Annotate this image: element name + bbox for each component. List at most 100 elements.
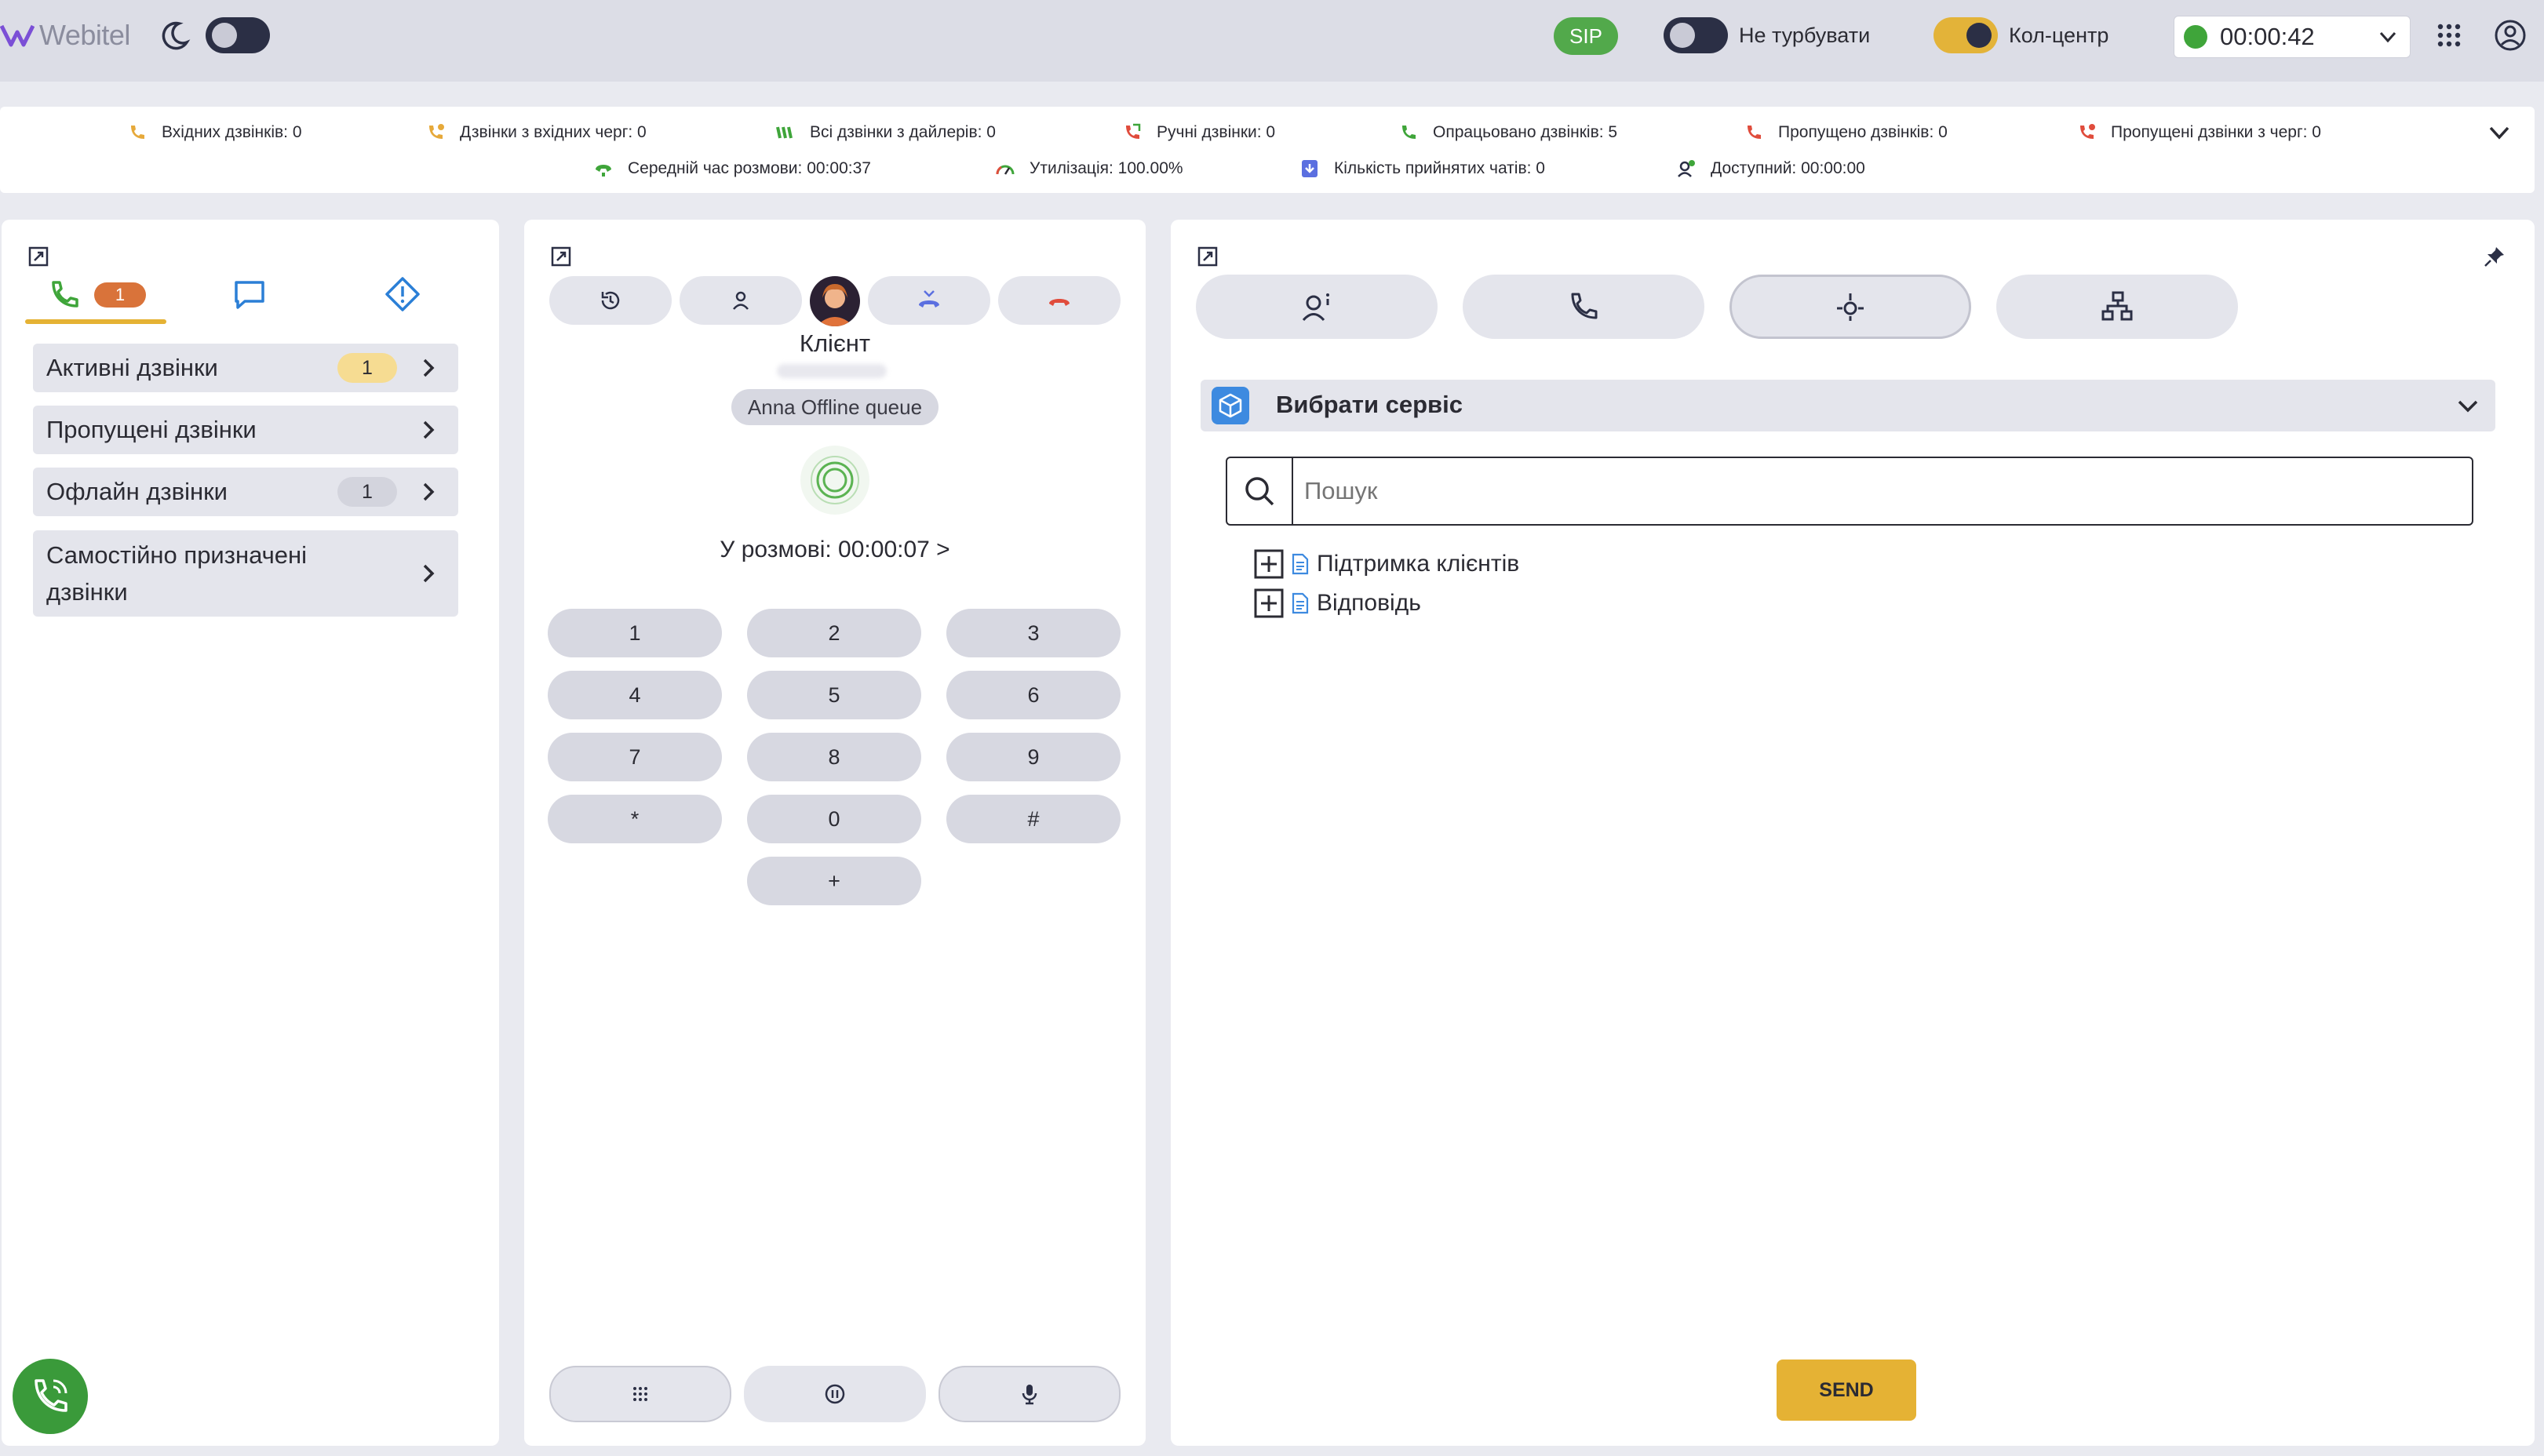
agent-status-select[interactable]: 00:00:42 <box>2174 16 2411 58</box>
dialpad-key-4[interactable]: 4 <box>548 671 722 719</box>
manual-call-icon <box>1126 123 1141 139</box>
dialpad-key-9[interactable]: 9 <box>946 733 1121 781</box>
service-select[interactable]: Вибрати сервіс <box>1201 380 2495 431</box>
tab-processing[interactable] <box>1729 275 1971 339</box>
send-button[interactable]: SEND <box>1777 1360 1916 1421</box>
chevron-down-icon <box>2379 31 2396 43</box>
cube-icon <box>1219 393 1242 418</box>
chevron-right-icon <box>423 420 435 439</box>
tab-calls[interactable]: 1 <box>25 270 166 325</box>
active-calls-badge: 1 <box>337 353 397 383</box>
queue-call-icon <box>429 124 444 139</box>
gauge-icon <box>996 165 1015 175</box>
dialpad-key-5[interactable]: 5 <box>747 671 921 719</box>
expand-plus-icon[interactable] <box>1254 549 1284 579</box>
dialpad-key-3[interactable]: 3 <box>946 609 1121 657</box>
history-icon <box>601 291 620 310</box>
list-item-offline-calls[interactable]: Офлайн дзвінки 1 <box>33 468 458 516</box>
flow-diagram-icon <box>2101 291 2133 321</box>
phone-icon <box>52 281 78 308</box>
theme-toggle[interactable] <box>206 17 270 53</box>
tree-item-answer[interactable]: Відповідь <box>1254 588 1421 618</box>
service-select-label: Вибрати сервіс <box>1276 391 1463 418</box>
tab-flow[interactable] <box>1996 275 2238 339</box>
dialer-icon <box>776 126 793 139</box>
dialpad-key-2[interactable]: 2 <box>747 609 921 657</box>
hangup-icon <box>1049 299 1070 306</box>
online-status-dot <box>2184 25 2207 49</box>
search-input[interactable] <box>1303 466 2459 516</box>
app-logo[interactable]: Webitel <box>0 11 130 60</box>
list-item-active-calls[interactable]: Активні дзвінки 1 <box>33 344 458 392</box>
expand-panel-icon[interactable] <box>1197 246 1218 267</box>
transfer-call-icon <box>919 290 939 308</box>
search-button[interactable] <box>1227 458 1293 524</box>
client-number-redacted <box>777 364 887 378</box>
missed-queue-call-icon <box>2080 124 2095 139</box>
avatar-icon <box>816 284 854 326</box>
tree-item-label: Підтримка клієнтів <box>1317 551 1520 577</box>
expand-panel-icon[interactable] <box>551 246 571 267</box>
callcenter-label: Кол-центр <box>2009 24 2109 47</box>
hangup-button[interactable] <box>998 276 1121 325</box>
processing-timer-icon <box>1837 293 1864 321</box>
chat-icon[interactable] <box>232 278 267 312</box>
list-item-missed-calls[interactable]: Пропущені дзвінки <box>33 406 458 454</box>
expand-panel-icon[interactable] <box>28 246 49 267</box>
tab-call-info[interactable] <box>1463 275 1704 339</box>
dnd-label: Не турбувати <box>1739 24 1871 47</box>
stat-missed-queue-calls: Пропущені дзвінки з черг: 0 <box>2076 122 2321 143</box>
dialpad-key-6[interactable]: 6 <box>946 671 1121 719</box>
talk-time-icon <box>596 165 611 177</box>
user-profile-icon[interactable] <box>2494 19 2527 52</box>
accepted-chats-icon <box>1302 160 1318 177</box>
transfer-button[interactable] <box>868 276 990 325</box>
search-icon <box>1245 477 1274 506</box>
apps-grid-icon[interactable] <box>2436 22 2462 49</box>
dialpad-key-1[interactable]: 1 <box>548 609 722 657</box>
calls-count-badge: 1 <box>94 282 146 308</box>
stat-missed-calls: Пропущено дзвінків: 0 <box>1744 122 1948 143</box>
contact-button[interactable] <box>680 276 802 325</box>
active-tab-indicator <box>25 319 166 324</box>
tree-item-label: Відповідь <box>1317 590 1421 616</box>
chevron-right-icon <box>423 564 435 583</box>
dialpad-key-0[interactable]: 0 <box>747 795 921 843</box>
available-agent-icon <box>1678 160 1695 177</box>
call-history-button[interactable] <box>549 276 672 325</box>
search-field[interactable] <box>1226 457 2473 526</box>
queue-badge: Anna Offline queue <box>731 389 939 425</box>
dnd-toggle[interactable] <box>1664 17 1728 53</box>
tree-item-customer-support[interactable]: Підтримка клієнтів <box>1254 549 1519 579</box>
client-avatar[interactable] <box>810 276 860 326</box>
dialpad-key-8[interactable]: 8 <box>747 733 921 781</box>
callcenter-toggle[interactable] <box>1934 17 1998 53</box>
chevron-down-icon[interactable] <box>2486 119 2513 146</box>
stat-queue-calls: Дзвінки з вхідних черг: 0 <box>425 122 647 143</box>
pin-icon[interactable] <box>2483 245 2506 268</box>
self-assigned-label-line2: дзвінки <box>46 578 128 606</box>
mute-button[interactable] <box>939 1366 1121 1422</box>
talk-time[interactable]: У розмові: 00:00:07 > <box>524 537 1146 563</box>
incoming-call-icon <box>131 126 144 139</box>
dialpad-key-plus[interactable]: + <box>747 857 921 905</box>
new-call-fab[interactable] <box>13 1359 88 1434</box>
hold-button[interactable] <box>744 1366 926 1422</box>
expand-plus-icon[interactable] <box>1254 588 1284 618</box>
client-info-icon <box>1302 293 1329 322</box>
tab-client-info[interactable] <box>1196 275 1438 339</box>
document-icon <box>1292 553 1309 575</box>
sip-badge: SIP <box>1554 17 1618 55</box>
stat-dialer-calls: Всі дзвінки з дайлерів: 0 <box>775 122 996 143</box>
dialpad-toggle-button[interactable] <box>549 1366 731 1422</box>
dialpad-key-star[interactable]: * <box>548 795 722 843</box>
status-timer: 00:00:42 <box>2220 23 2315 50</box>
call-active-indicator-icon <box>800 446 869 515</box>
dialpad-key-hash[interactable]: # <box>946 795 1121 843</box>
list-item-self-assigned-calls[interactable]: Самостійно призначені дзвінки <box>33 530 458 617</box>
dialpad-key-7[interactable]: 7 <box>548 733 722 781</box>
phone-icon <box>1571 293 1598 319</box>
self-assigned-label-line1: Самостійно призначені <box>46 541 308 569</box>
chevron-right-icon <box>423 359 435 377</box>
tasks-icon[interactable] <box>385 276 421 312</box>
